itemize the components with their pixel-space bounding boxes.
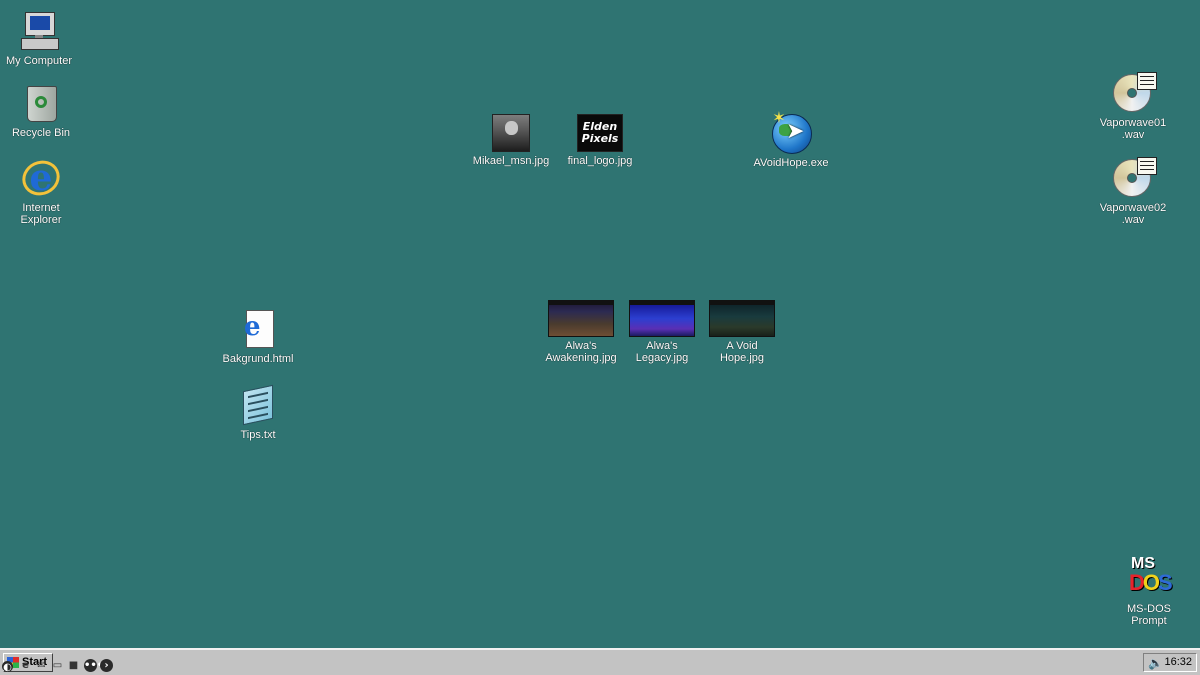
ms-dos-icon: MS DOS — [1129, 556, 1173, 600]
notepad-icon — [237, 384, 279, 426]
game-screenshot-icon — [548, 300, 614, 337]
logo-thumbnail-icon: Elden Pixels — [577, 114, 623, 152]
desktop-icon-a-void-hope[interactable]: A Void Hope.jpg — [692, 300, 792, 364]
audio-cd-icon — [1109, 155, 1157, 199]
html-document-icon: e — [240, 308, 276, 350]
game-screenshot-icon — [629, 300, 695, 337]
icon-label: Recycle Bin — [11, 127, 71, 139]
chat-icon[interactable]: ▭ — [51, 659, 64, 672]
icon-label: My Computer — [5, 55, 73, 67]
icon-label: Mikael_msn.jpg — [472, 155, 550, 167]
taskbar: Start ◐ e ✉ ▭ ■ ••• › 🔈 16:32 — [0, 648, 1200, 675]
recycle-bin-icon — [21, 84, 61, 124]
computer-icon — [19, 12, 59, 52]
options-icon[interactable]: ••• — [84, 659, 103, 672]
clock[interactable]: 16:32 — [1164, 654, 1192, 671]
desktop-icon-vaporwave02[interactable]: Vaporwave02 .wav — [1083, 155, 1183, 226]
media-icon[interactable]: ■ — [67, 659, 80, 672]
photo-thumbnail-icon — [492, 114, 530, 152]
forward-icon[interactable]: › — [100, 659, 113, 672]
desktop-icon-internet-explorer[interactable]: e Internet Explorer — [0, 154, 91, 226]
icon-label: Internet Explorer — [20, 202, 62, 226]
icon-label: Vaporwave02 .wav — [1099, 202, 1167, 226]
system-tray: 🔈 16:32 — [1143, 653, 1197, 672]
desktop-icon[interactable]: ◐ — [2, 661, 13, 673]
icon-label: AVoidHope.exe — [753, 157, 829, 169]
globe-cursor-icon: ✶ ➤ — [769, 110, 813, 154]
desktop-icon-final-logo[interactable]: Elden Pixels final_logo.jpg — [550, 114, 650, 167]
internet-explorer-icon: e — [16, 154, 66, 202]
email-icon[interactable]: ✉ — [35, 659, 48, 672]
game-screenshot-icon — [709, 300, 775, 337]
desktop-icon-tips-txt[interactable]: Tips.txt — [208, 384, 308, 441]
icon-label: A Void Hope.jpg — [719, 340, 765, 364]
ms-dos-logo-letter: S — [1158, 570, 1173, 595]
audio-cd-icon — [1109, 70, 1157, 114]
icon-label: Bakgrund.html — [222, 353, 294, 365]
speaker-icon[interactable]: 🔈 — [1148, 656, 1163, 670]
desktop-icon-ms-dos-prompt[interactable]: MS DOS MS-DOS Prompt — [1099, 556, 1199, 628]
ms-dos-logo-letter: D — [1129, 570, 1145, 595]
desktop-icon-mikael-msn[interactable]: Mikael_msn.jpg — [461, 114, 561, 167]
desktop-icon-my-computer[interactable]: My Computer — [0, 12, 89, 67]
icon-label: MS-DOS Prompt — [1127, 603, 1171, 627]
desktop-icon-recycle-bin[interactable]: Recycle Bin — [0, 84, 91, 139]
desktop-icon-avoidhope-exe[interactable]: ✶ ➤ AVoidHope.exe — [741, 110, 841, 170]
desktop-icon-bakgrund-html[interactable]: e Bakgrund.html — [208, 308, 308, 365]
icon-label: Vaporwave01 .wav — [1099, 117, 1167, 141]
logo-thumb-text: Elden Pixels — [581, 120, 619, 145]
icon-label: final_logo.jpg — [567, 155, 633, 167]
desktop-icon-vaporwave01[interactable]: Vaporwave01 .wav — [1083, 70, 1183, 141]
icon-label: Tips.txt — [240, 429, 276, 441]
internet-explorer-icon[interactable]: e — [19, 659, 32, 672]
ms-dos-logo-letter: O — [1142, 570, 1160, 595]
